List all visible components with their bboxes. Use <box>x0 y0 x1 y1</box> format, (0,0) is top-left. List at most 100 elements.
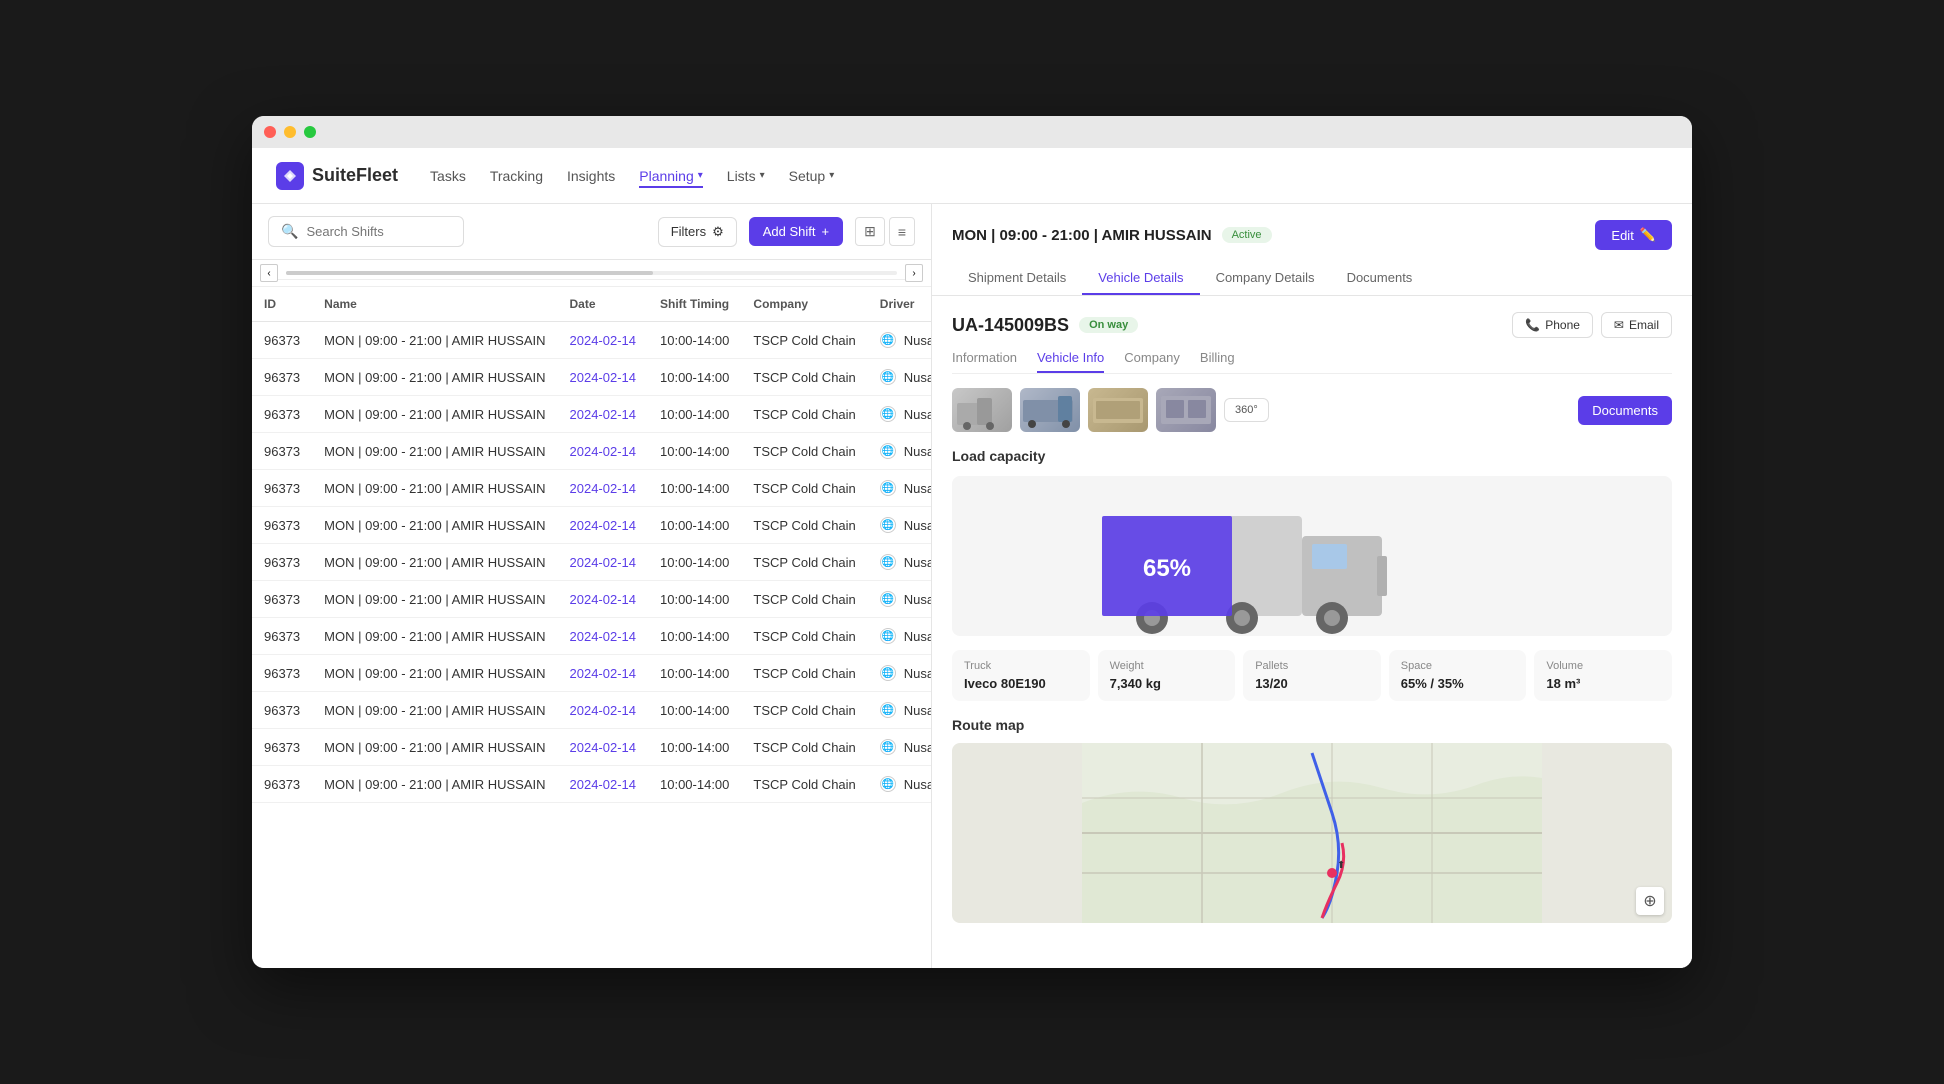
app-window: SuiteFleet Tasks Tracking Insights Plann… <box>252 116 1692 968</box>
cell-name: MON | 09:00 - 21:00 | AMIR HUSSAIN <box>312 433 557 470</box>
scroll-left-arrow[interactable]: ‹ <box>260 264 278 282</box>
globe-icon: 🌐 <box>880 702 896 718</box>
table-row[interactable]: 96373 MON | 09:00 - 21:00 | AMIR HUSSAIN… <box>252 581 931 618</box>
table-row[interactable]: 96373 MON | 09:00 - 21:00 | AMIR HUSSAIN… <box>252 433 931 470</box>
table-row[interactable]: 96373 MON | 09:00 - 21:00 | AMIR HUSSAIN… <box>252 396 931 433</box>
detail-header: MON | 09:00 - 21:00 | AMIR HUSSAIN Activ… <box>932 204 1692 296</box>
tab-vehicle-details[interactable]: Vehicle Details <box>1082 262 1199 295</box>
table-row[interactable]: 96373 MON | 09:00 - 21:00 | AMIR HUSSAIN… <box>252 359 931 396</box>
vehicle-image-3[interactable] <box>1088 388 1148 432</box>
cell-name: MON | 09:00 - 21:00 | AMIR HUSSAIN <box>312 507 557 544</box>
globe-icon: 🌐 <box>880 332 896 348</box>
documents-button[interactable]: Documents <box>1578 396 1672 425</box>
stat-weight: Weight 7,340 kg <box>1098 650 1236 701</box>
shifts-table: ID Name Date Shift Timing Company Driver… <box>252 287 931 803</box>
close-button[interactable] <box>264 126 276 138</box>
col-driver: Driver <box>868 287 931 322</box>
globe-icon: 🌐 <box>880 591 896 607</box>
sub-tabs: Information Vehicle Info Company Billing <box>952 350 1672 374</box>
subtab-billing[interactable]: Billing <box>1200 350 1235 373</box>
edit-button[interactable]: Edit ✏️ <box>1595 220 1672 250</box>
stat-truck-label: Truck <box>964 660 1078 672</box>
search-box[interactable]: 🔍 <box>268 216 464 247</box>
logo-text: SuiteFleet <box>312 165 398 186</box>
vehicle-image-4[interactable] <box>1156 388 1216 432</box>
cell-date: 2024-02-14 <box>558 729 649 766</box>
cell-id: 96373 <box>252 692 312 729</box>
nav-insights[interactable]: Insights <box>567 164 615 188</box>
tab-company-details[interactable]: Company Details <box>1200 262 1331 295</box>
truck-capacity-viz: 65% <box>952 476 1672 636</box>
globe-icon: 🌐 <box>880 554 896 570</box>
main-content: 🔍 Filters ⚙ Add Shift + ⊞ ≡ <box>252 204 1692 968</box>
cell-company: TSCP Cold Chain <box>741 322 867 359</box>
cell-date: 2024-02-14 <box>558 766 649 803</box>
table-row[interactable]: 96373 MON | 09:00 - 21:00 | AMIR HUSSAIN… <box>252 322 931 359</box>
cell-timing: 10:00-14:00 <box>648 692 741 729</box>
maximize-button[interactable] <box>304 126 316 138</box>
cell-driver: 🌐 Nusair Haq <box>868 766 931 803</box>
table-row[interactable]: 96373 MON | 09:00 - 21:00 | AMIR HUSSAIN… <box>252 766 931 803</box>
cell-driver: 🌐 Nusair Haq <box>868 433 931 470</box>
onway-badge: On way <box>1079 317 1138 333</box>
map-zoom-button[interactable]: ⊕ <box>1636 887 1664 915</box>
globe-icon: 🌐 <box>880 480 896 496</box>
cell-driver: 🌐 Nusair Haq <box>868 692 931 729</box>
nav-lists[interactable]: Lists ▾ <box>727 164 765 188</box>
nav-tasks[interactable]: Tasks <box>430 164 466 188</box>
subtab-vehicle-info[interactable]: Vehicle Info <box>1037 350 1104 373</box>
cell-timing: 10:00-14:00 <box>648 766 741 803</box>
minimize-button[interactable] <box>284 126 296 138</box>
cell-driver: 🌐 Nusair Haq <box>868 544 931 581</box>
nav-planning[interactable]: Planning ▾ <box>639 164 703 188</box>
filters-button[interactable]: Filters ⚙ <box>658 217 737 247</box>
search-input[interactable] <box>306 224 450 239</box>
scroll-right-arrow[interactable]: › <box>905 264 923 282</box>
toolbar: 🔍 Filters ⚙ Add Shift + ⊞ ≡ <box>252 204 931 260</box>
stat-space-value: 65% / 35% <box>1401 676 1515 691</box>
globe-icon: 🌐 <box>880 739 896 755</box>
nav-tracking[interactable]: Tracking <box>490 164 543 188</box>
cell-company: TSCP Cold Chain <box>741 396 867 433</box>
table-row[interactable]: 96373 MON | 09:00 - 21:00 | AMIR HUSSAIN… <box>252 729 931 766</box>
phone-icon: 📞 <box>1525 318 1540 332</box>
cell-company: TSCP Cold Chain <box>741 507 867 544</box>
plus-icon: + <box>822 224 830 239</box>
grid-view-button[interactable]: ⊞ <box>855 217 885 246</box>
email-button[interactable]: ✉ Email <box>1601 312 1672 338</box>
vehicle-image-1[interactable] <box>952 388 1012 432</box>
add-shift-button[interactable]: Add Shift + <box>749 217 843 246</box>
cell-timing: 10:00-14:00 <box>648 359 741 396</box>
tab-shipment-details[interactable]: Shipment Details <box>952 262 1082 295</box>
table-row[interactable]: 96373 MON | 09:00 - 21:00 | AMIR HUSSAIN… <box>252 618 931 655</box>
nav-setup[interactable]: Setup ▾ <box>789 164 835 188</box>
table-row[interactable]: 96373 MON | 09:00 - 21:00 | AMIR HUSSAIN… <box>252 470 931 507</box>
edit-icon: ✏️ <box>1640 227 1656 243</box>
search-icon: 🔍 <box>281 223 298 240</box>
tab-documents[interactable]: Documents <box>1331 262 1429 295</box>
scroll-bar[interactable] <box>278 267 905 280</box>
cell-date: 2024-02-14 <box>558 359 649 396</box>
vehicle-image-2[interactable] <box>1020 388 1080 432</box>
table-row[interactable]: 96373 MON | 09:00 - 21:00 | AMIR HUSSAIN… <box>252 692 931 729</box>
subtab-information[interactable]: Information <box>952 350 1017 373</box>
vehicle-id: UA-145009BS On way <box>952 315 1138 336</box>
table-row[interactable]: 96373 MON | 09:00 - 21:00 | AMIR HUSSAIN… <box>252 655 931 692</box>
view-360-button[interactable]: 360° <box>1224 398 1269 422</box>
globe-icon: 🌐 <box>880 517 896 533</box>
cell-company: TSCP Cold Chain <box>741 470 867 507</box>
table-row[interactable]: 96373 MON | 09:00 - 21:00 | AMIR HUSSAIN… <box>252 507 931 544</box>
cell-date: 2024-02-14 <box>558 322 649 359</box>
svg-text:65%: 65% <box>1143 555 1191 582</box>
cell-date: 2024-02-14 <box>558 396 649 433</box>
contact-buttons: 📞 Phone ✉ Email <box>1512 312 1672 338</box>
cell-timing: 10:00-14:00 <box>648 470 741 507</box>
cell-date: 2024-02-14 <box>558 655 649 692</box>
vehicle-id-text: UA-145009BS <box>952 315 1069 336</box>
table-row[interactable]: 96373 MON | 09:00 - 21:00 | AMIR HUSSAIN… <box>252 544 931 581</box>
phone-button[interactable]: 📞 Phone <box>1512 312 1593 338</box>
stat-pallets-label: Pallets <box>1255 660 1369 672</box>
subtab-company[interactable]: Company <box>1124 350 1180 373</box>
list-view-button[interactable]: ≡ <box>889 217 915 246</box>
globe-icon: 🌐 <box>880 443 896 459</box>
